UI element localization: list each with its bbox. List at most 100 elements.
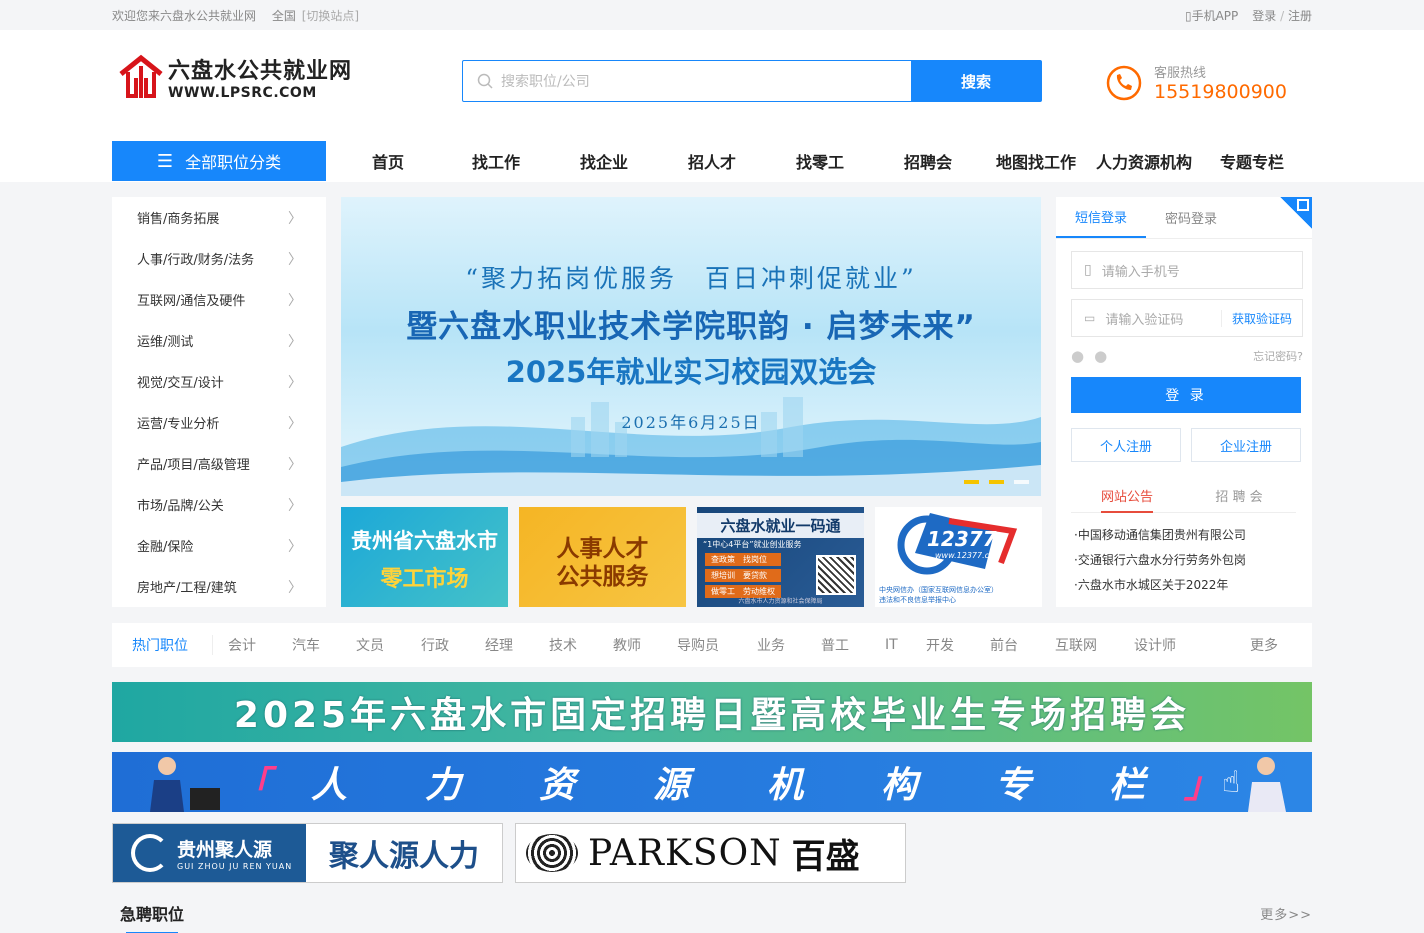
- report-center-tile[interactable]: 12377 www.12377.cn 中央网信办（国家互联网信息办公室） 违法和…: [875, 507, 1042, 607]
- hot-job-tag[interactable]: 技术: [549, 635, 613, 655]
- ad-char: 机: [766, 765, 803, 806]
- hr-agency-ad-banner[interactable]: 「 人 力 资 源 机 构 专 栏 」 ☝: [112, 752, 1312, 812]
- notice-list: ·中国移动通信集团贵州有限公司 ·交通银行六盘水分行劳务外包岗 ·六盘水市水城区…: [1074, 523, 1246, 598]
- mobile-app-link[interactable]: ▯手机APP: [1185, 7, 1238, 24]
- jurenyuan-logo[interactable]: 贵州聚人源 GUI ZHOU JU REN YUAN 聚人源人力: [112, 823, 503, 883]
- parkson-logo[interactable]: PARKSON 百盛: [515, 823, 906, 883]
- login-panel: 短信登录 密码登录 ▯ 请输入手机号 ▭ 请输入验证码 获取验证码 ● ● 忘记…: [1056, 197, 1312, 607]
- category-item[interactable]: 销售/商务拓展 〉: [112, 197, 326, 238]
- search-bar: 搜索职位/公司 搜索: [462, 60, 1042, 102]
- nav-home[interactable]: 首页: [334, 149, 442, 173]
- employment-code-tile[interactable]: 六盘水就业一码通 “1中心4平台”就业创业服务 查政策 找岗位 想培训 要贷款 …: [697, 507, 864, 607]
- site-logo[interactable]: 六盘水公共就业网 WWW.LPSRC.COM: [118, 52, 352, 102]
- category-item[interactable]: 互联网/通信及硬件 〉: [112, 279, 326, 320]
- nav-gig[interactable]: 找零工: [766, 149, 874, 173]
- hot-job-tag[interactable]: 汽车: [292, 635, 356, 655]
- search-icon: [477, 73, 493, 89]
- tab-notices-label: 网站公告: [1100, 490, 1153, 513]
- tab-notices[interactable]: 网站公告: [1071, 479, 1183, 513]
- hot-job-tag[interactable]: 导购员: [677, 635, 757, 655]
- more-link[interactable]: 更多>>: [1260, 904, 1312, 923]
- carousel-dot[interactable]: [964, 480, 979, 484]
- tab-sms-login[interactable]: 短信登录: [1056, 197, 1146, 238]
- carousel-dots: [964, 480, 1029, 484]
- qq-icon[interactable]: ●: [1071, 347, 1084, 365]
- get-code-button[interactable]: 获取验证码: [1220, 309, 1302, 327]
- gig-market-tile[interactable]: 贵州省六盘水市 零工市场: [341, 507, 508, 607]
- hot-job-tag[interactable]: IT: [885, 637, 926, 653]
- separator: /: [1280, 8, 1285, 23]
- hotline: 客服热线 15519800900: [1106, 62, 1287, 103]
- nav-job-fair[interactable]: 招聘会: [874, 149, 982, 173]
- tile-title: 贵州省六盘水市: [351, 529, 498, 553]
- code-placeholder: 请输入验证码: [1105, 312, 1184, 328]
- category-item[interactable]: 产品/项目/高级管理 〉: [112, 443, 326, 484]
- banner-slogan: “聚力拓岗优服务 百日冲刺促就业”: [465, 264, 917, 293]
- category-item[interactable]: 金融/保险 〉: [112, 525, 326, 566]
- category-item[interactable]: 运维/测试 〉: [112, 320, 326, 361]
- hot-jobs-more-link[interactable]: 更多: [1250, 635, 1278, 655]
- personal-register-button[interactable]: 个人注册: [1071, 428, 1181, 462]
- hot-job-tag[interactable]: 经理: [485, 635, 549, 655]
- hero-banner[interactable]: “聚力拓岗优服务 百日冲刺促就业” 暨六盘水职业技术学院职韵 · 启梦未来” 2…: [341, 197, 1041, 496]
- category-item[interactable]: 人事/行政/财务/法务 〉: [112, 238, 326, 279]
- wechat-icon[interactable]: ●: [1094, 347, 1107, 365]
- urgent-jobs-header: 急聘职位 更多>>: [112, 899, 1312, 933]
- category-item[interactable]: 视觉/交互/设计 〉: [112, 361, 326, 402]
- notice-item[interactable]: ·六盘水市水城区关于2022年: [1074, 573, 1246, 598]
- login-link[interactable]: 登录: [1252, 9, 1276, 23]
- mobile-app-label: 手机APP: [1191, 8, 1239, 23]
- hot-job-tag[interactable]: 业务: [757, 635, 821, 655]
- businessman-illustration: [150, 757, 220, 812]
- notice-item[interactable]: ·交通银行六盘水分行劳务外包岗: [1074, 548, 1246, 573]
- ad-char: 人: [310, 765, 347, 806]
- search-input[interactable]: 搜索职位/公司: [463, 61, 911, 101]
- ad-char: 力: [424, 765, 461, 806]
- company-register-button[interactable]: 企业注册: [1191, 428, 1301, 462]
- carousel-dot[interactable]: [1014, 480, 1029, 484]
- tab-password-login[interactable]: 密码登录: [1146, 197, 1236, 238]
- hot-job-tag[interactable]: 开发: [926, 635, 990, 655]
- switch-site-link[interactable]: [切换站点]: [302, 9, 359, 23]
- all-categories-button[interactable]: ☰ 全部职位分类: [112, 141, 326, 181]
- hot-job-tag[interactable]: 文员: [356, 635, 421, 655]
- category-item[interactable]: 房地产/工程/建筑 〉: [112, 566, 326, 607]
- register-link[interactable]: 注册: [1288, 9, 1312, 23]
- carousel-dot[interactable]: [989, 480, 1004, 484]
- forgot-password-link[interactable]: 忘记密码?: [1253, 348, 1303, 364]
- feature-tiles: 贵州省六盘水市 零工市场 人事人才 公共服务 六盘水就业一码通 “1中心4平台”…: [341, 507, 1042, 607]
- qr-login-icon[interactable]: [1280, 197, 1312, 229]
- nav-find-job[interactable]: 找工作: [442, 149, 550, 173]
- main-area: 销售/商务拓展〉 人事/行政/财务/法务〉 互联网/通信及硬件〉 运维/测试〉 …: [112, 197, 1312, 607]
- hot-job-tag[interactable]: 普工: [821, 635, 885, 655]
- job-fair-ad-banner[interactable]: 2025年六盘水市固定招聘日暨高校毕业生专场招聘会: [112, 682, 1312, 742]
- login-button[interactable]: 登 录: [1071, 377, 1301, 413]
- logo-mark-icon: [119, 54, 163, 98]
- nav-find-company[interactable]: 找企业: [550, 149, 658, 173]
- phone-field[interactable]: ▯ 请输入手机号: [1071, 251, 1303, 289]
- qr-code-icon: [816, 555, 856, 595]
- category-item[interactable]: 运营/专业分析 〉: [112, 402, 326, 443]
- nav-special[interactable]: 专题专栏: [1198, 149, 1306, 173]
- phone-placeholder: 请输入手机号: [1101, 264, 1180, 280]
- nav-recruit[interactable]: 招人才: [658, 149, 766, 173]
- category-label: 金融/保险: [137, 540, 194, 555]
- notice-item[interactable]: ·中国移动通信集团贵州有限公司: [1074, 523, 1246, 548]
- hot-job-tag[interactable]: 互联网: [1055, 635, 1134, 655]
- hot-job-tag[interactable]: 设计师: [1134, 635, 1204, 655]
- nav-hr-agency[interactable]: 人力资源机构: [1090, 149, 1198, 173]
- tab-job-fairs[interactable]: 招 聘 会: [1183, 479, 1295, 512]
- category-item[interactable]: 市场/品牌/公关 〉: [112, 484, 326, 525]
- banner-title: 暨六盘水职业技术学院职韵 · 启梦未来”: [406, 309, 976, 345]
- hot-job-tag[interactable]: 前台: [990, 635, 1055, 655]
- hot-job-tag[interactable]: 行政: [421, 635, 485, 655]
- search-button[interactable]: 搜索: [911, 61, 1041, 101]
- tile-item: 想培训 要贷款: [705, 569, 781, 582]
- tile-footer: 六盘水市人力资源和社会保障局: [738, 598, 823, 605]
- hot-job-tag[interactable]: 会计: [228, 635, 292, 655]
- nav-map-job[interactable]: 地图找工作: [982, 149, 1090, 173]
- hr-service-tile[interactable]: 人事人才 公共服务: [519, 507, 686, 607]
- chevron-right-icon: 〉: [288, 415, 302, 432]
- code-field[interactable]: ▭ 请输入验证码 获取验证码: [1071, 299, 1303, 337]
- hot-job-tag[interactable]: 教师: [613, 635, 677, 655]
